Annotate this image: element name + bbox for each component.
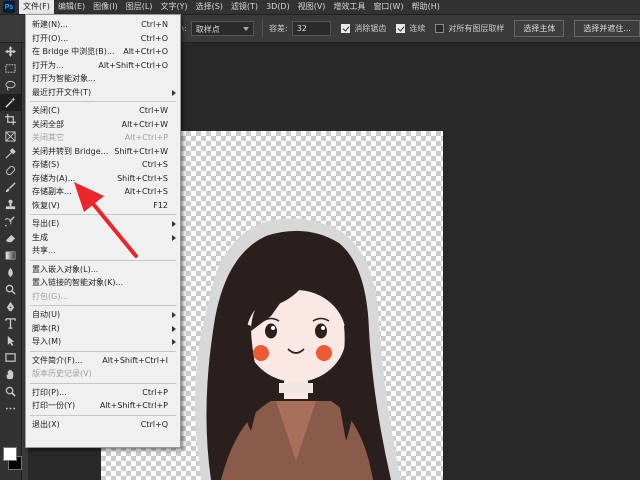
- annotation-arrow: [74, 182, 138, 258]
